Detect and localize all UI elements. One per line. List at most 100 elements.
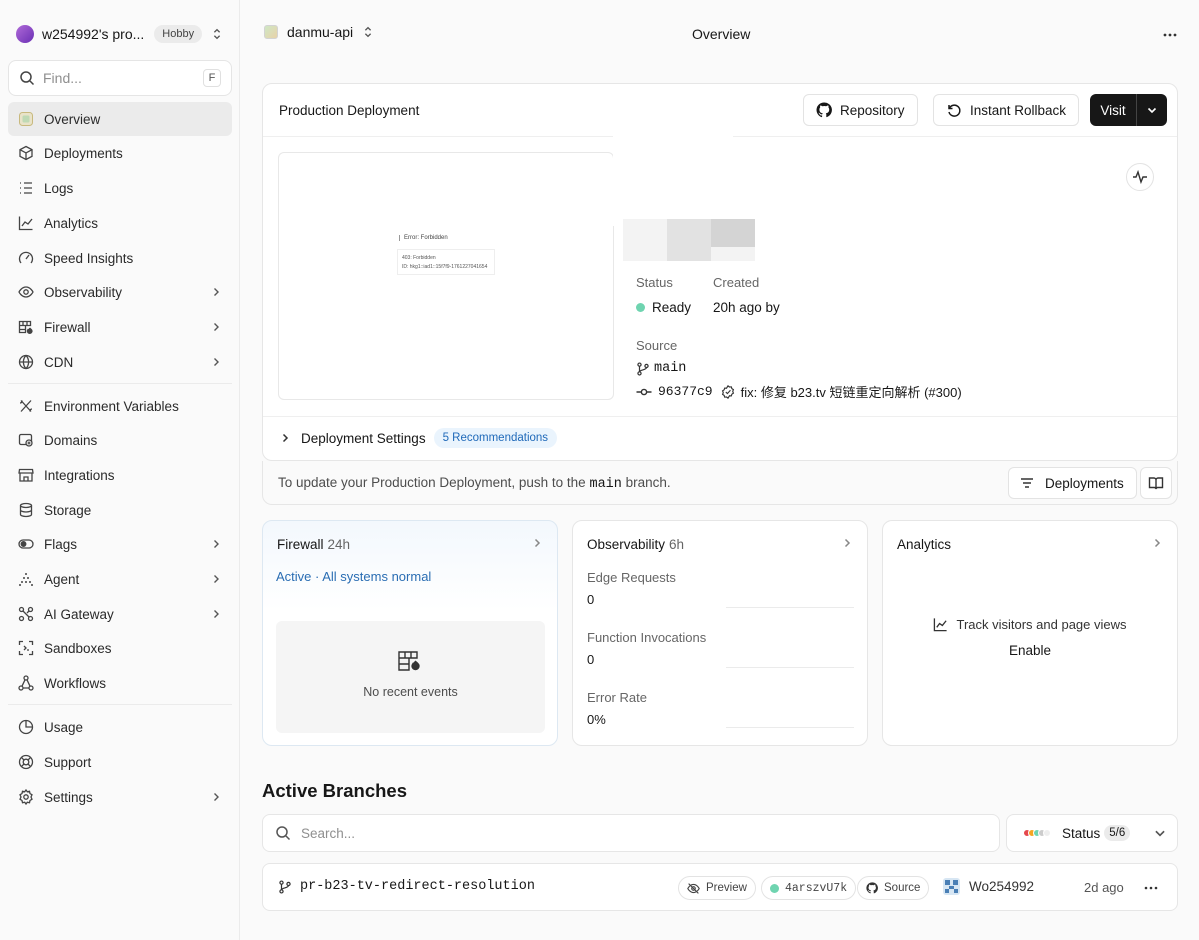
deployment-settings-toggle[interactable]: Deployment Settings 5 Recommendations bbox=[279, 428, 558, 448]
preview-error-body: 403: Forbidden bbox=[402, 255, 436, 261]
visit-options-chevron-icon[interactable] bbox=[1137, 104, 1167, 116]
topbar: danmu-api Overview bbox=[240, 10, 1199, 60]
find-input[interactable]: Find... F bbox=[8, 60, 232, 96]
source-pill[interactable]: Source bbox=[857, 876, 930, 900]
sidebar-item-environment-variables[interactable]: Environment Variables bbox=[8, 389, 232, 423]
sidebar-item-usage[interactable]: Usage bbox=[8, 710, 232, 744]
instant-rollback-button[interactable]: Instant Rollback bbox=[933, 94, 1080, 126]
loading-placeholder bbox=[623, 219, 755, 261]
project-icon bbox=[264, 25, 278, 39]
chevron-right-icon bbox=[210, 608, 222, 620]
team-switcher[interactable]: w254992's pro... Hobby bbox=[8, 18, 232, 50]
branch-search-input[interactable]: Search... bbox=[262, 814, 1000, 852]
sandbox-icon bbox=[18, 640, 34, 656]
firewall-events-empty: No recent events bbox=[276, 621, 545, 733]
commit-hash: 96377c9 bbox=[658, 384, 713, 399]
recommendations-badge: 5 Recommendations bbox=[433, 428, 558, 448]
sidebar-item-ai-gateway[interactable]: AI Gateway bbox=[8, 597, 232, 631]
firewall-card[interactable]: Firewall 24h Active · All systems normal … bbox=[262, 520, 558, 746]
sidebar-item-storage[interactable]: Storage bbox=[8, 493, 232, 527]
sidebar-item-sandboxes[interactable]: Sandboxes bbox=[8, 631, 232, 665]
sidebar-item-cdn[interactable]: CDN bbox=[8, 345, 232, 379]
sidebar-item-settings[interactable]: Settings bbox=[8, 780, 232, 814]
globe-icon bbox=[18, 354, 34, 370]
gear-icon bbox=[18, 789, 34, 805]
sidebar-item-label: Integrations bbox=[44, 467, 115, 483]
repository-label: Repository bbox=[840, 102, 905, 118]
sidebar-item-firewall[interactable]: Firewall bbox=[8, 310, 232, 344]
sidebar-item-label: Support bbox=[44, 754, 92, 770]
eye-icon bbox=[18, 284, 34, 300]
metric-label: Function Invocations bbox=[587, 630, 707, 645]
filter-lines-icon bbox=[1019, 475, 1035, 491]
sidebar-item-overview[interactable]: Overview bbox=[8, 102, 232, 136]
cube-icon bbox=[18, 145, 34, 161]
metric-sparkline bbox=[726, 607, 854, 608]
line-chart-icon bbox=[18, 215, 34, 231]
repository-button[interactable]: Repository bbox=[803, 94, 918, 126]
analytics-enable-button[interactable]: Enable bbox=[883, 643, 1177, 658]
toggle-icon bbox=[18, 536, 34, 552]
sidebar-item-domains[interactable]: Domains bbox=[8, 423, 232, 457]
preview-pill[interactable]: Preview bbox=[678, 876, 756, 900]
domain-icon bbox=[18, 432, 34, 448]
book-icon bbox=[1148, 475, 1164, 491]
analytics-track-text: Track visitors and page views bbox=[956, 617, 1127, 632]
source-label: Source bbox=[636, 338, 678, 353]
sidebar-item-integrations[interactable]: Integrations bbox=[8, 458, 232, 492]
find-shortcut: F bbox=[203, 69, 221, 87]
production-deployment-card: Production Deployment Repository Instant… bbox=[262, 83, 1178, 461]
sidebar-item-observability[interactable]: Observability bbox=[8, 275, 232, 309]
sidebar-item-label: Domains bbox=[44, 432, 98, 448]
workflow-icon bbox=[18, 675, 34, 691]
status-filter[interactable]: Status 5/6 bbox=[1006, 814, 1178, 852]
observability-period: 6h bbox=[669, 537, 685, 552]
chevron-right-icon bbox=[279, 432, 291, 444]
sidebar-divider bbox=[8, 704, 232, 705]
list-icon bbox=[18, 180, 34, 196]
source-branch[interactable]: main bbox=[636, 361, 686, 376]
more-icon[interactable] bbox=[1161, 26, 1179, 44]
metric-label: Edge Requests bbox=[587, 570, 676, 585]
preview-error-box: 403: Forbidden ID: hkg1::iad1::15f7f9-17… bbox=[397, 249, 495, 275]
sidebar-item-deployments[interactable]: Deployments bbox=[8, 136, 232, 170]
more-icon[interactable] bbox=[1143, 882, 1159, 894]
sidebar-item-support[interactable]: Support bbox=[8, 745, 232, 779]
chevron-right-icon bbox=[841, 537, 853, 549]
sidebar-item-flags[interactable]: Flags bbox=[8, 527, 232, 561]
update-instructions-bar: To update your Production Deployment, pu… bbox=[262, 461, 1178, 505]
source-label: Source bbox=[884, 882, 921, 894]
team-name: w254992's pro... bbox=[42, 26, 145, 42]
team-avatar bbox=[16, 25, 34, 43]
sidebar-item-label: Firewall bbox=[44, 319, 91, 335]
activity-button[interactable] bbox=[1126, 163, 1154, 191]
source-commit[interactable]: 96377c9 fix: 修复 b23.tv 短链重定向解析 (#300) bbox=[636, 382, 962, 401]
gauge-icon bbox=[18, 250, 34, 266]
docs-button[interactable] bbox=[1140, 467, 1172, 499]
sidebar-item-label: Deployments bbox=[44, 145, 123, 161]
deployments-button[interactable]: Deployments bbox=[1008, 467, 1137, 499]
analytics-card[interactable]: Analytics Track visitors and page views … bbox=[882, 520, 1178, 746]
branch-row[interactable]: pr-b23-tv-redirect-resolution Preview 4a… bbox=[262, 863, 1178, 911]
visit-button[interactable]: Visit bbox=[1090, 103, 1136, 118]
sidebar-item-label: Workflows bbox=[44, 675, 107, 691]
sidebar-item-analytics[interactable]: Analytics bbox=[8, 206, 232, 240]
project-switcher[interactable]: danmu-api bbox=[264, 24, 375, 40]
chevron-up-down-icon bbox=[361, 25, 375, 39]
sidebar-item-agent[interactable]: Agent bbox=[8, 562, 232, 596]
status-text: Ready bbox=[652, 300, 692, 315]
git-branch-icon bbox=[636, 361, 650, 376]
deployment-id-pill[interactable]: 4arszvU7k bbox=[761, 876, 857, 900]
sidebar-item-workflows[interactable]: Workflows bbox=[8, 666, 232, 700]
settings-divider bbox=[263, 416, 1177, 417]
sidebar-item-label: Sandboxes bbox=[44, 640, 112, 656]
observability-card[interactable]: Observability 6h Edge Requests 0 Function… bbox=[572, 520, 868, 746]
sidebar-item-label: Speed Insights bbox=[44, 250, 134, 266]
deployment-preview[interactable]: Error: Forbidden 403: Forbidden ID: hkg1… bbox=[278, 152, 614, 400]
chevron-right-icon bbox=[210, 791, 222, 803]
sidebar-item-logs[interactable]: Logs bbox=[8, 171, 232, 205]
metric-sparkline bbox=[726, 727, 854, 728]
sidebar-item-label: CDN bbox=[44, 354, 74, 370]
firewall-card-header: Firewall 24h bbox=[277, 537, 350, 552]
sidebar-item-speed-insights[interactable]: Speed Insights bbox=[8, 241, 232, 275]
